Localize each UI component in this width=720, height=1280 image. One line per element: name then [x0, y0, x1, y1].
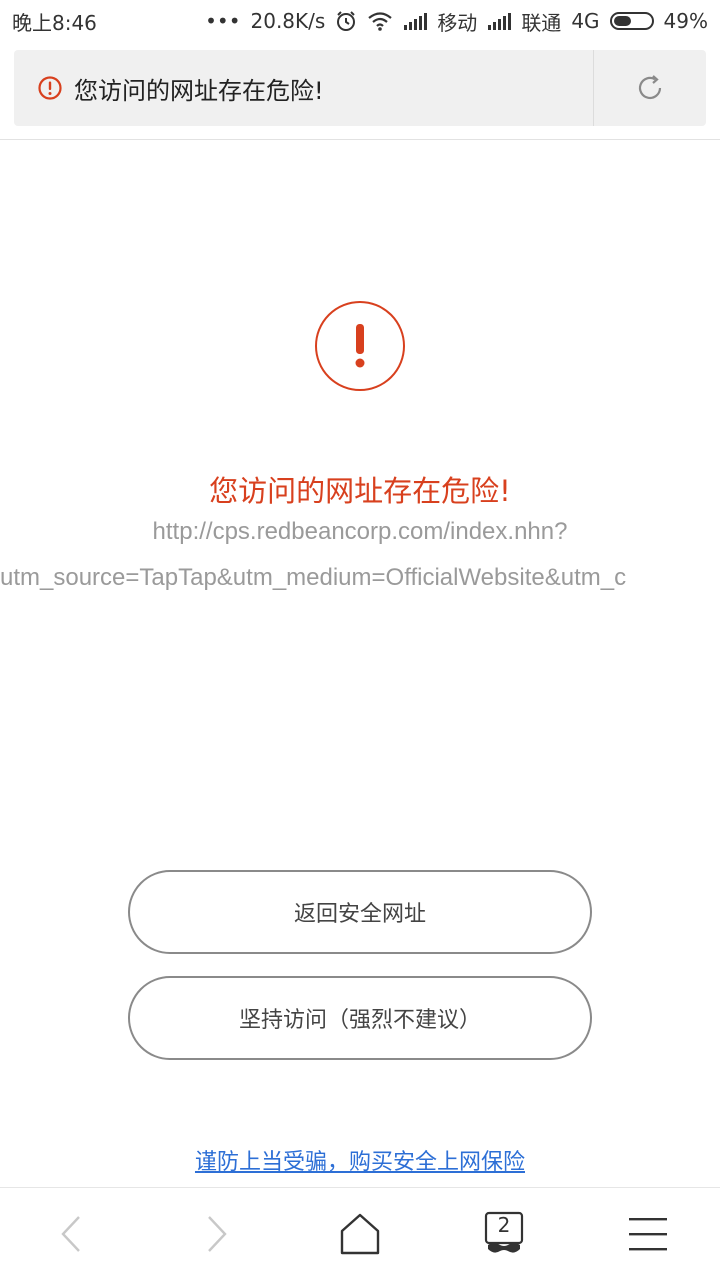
refresh-button[interactable]: [594, 50, 706, 126]
home-icon: [340, 1213, 380, 1255]
signal-icon-1: [403, 12, 428, 30]
carrier-2: 联通: [521, 10, 562, 35]
address-title[interactable]: 您访问的网址存在危险!: [74, 71, 593, 106]
tabs-icon: 2: [484, 1211, 524, 1257]
address-bar[interactable]: 您访问的网址存在危险!: [14, 50, 706, 126]
refresh-icon: [638, 75, 662, 100]
alarm-icon: [335, 10, 357, 32]
battery-icon: [609, 12, 654, 30]
status-bar: 晚上8:46 ••• 20.8K/s 移动 联通 4G 49%: [0, 0, 720, 42]
bottom-nav: 2: [0, 1188, 720, 1280]
insurance-link[interactable]: 谨防上当受骗，购买安全上网保险: [0, 1144, 720, 1176]
notification-dots: •••: [205, 9, 241, 33]
top-divider: [0, 139, 720, 140]
status-time: 晚上8:46: [12, 10, 97, 35]
danger-url-line-2: utm_source=TapTap&utm_medium=OfficialWeb…: [0, 564, 627, 591]
warning-icon: [38, 76, 62, 100]
tab-count: 2: [497, 1213, 511, 1237]
back-icon: [61, 1216, 80, 1252]
status-right-group: ••• 20.8K/s 移动 联通 4G 49%: [205, 7, 708, 36]
nav-forward-button[interactable]: [144, 1188, 288, 1280]
carrier-1: 移动: [437, 10, 478, 35]
back-to-safe-button[interactable]: 返回安全网址: [128, 870, 592, 954]
network-type: 4G: [571, 9, 600, 33]
danger-title: 您访问的网址存在危险!: [209, 474, 511, 508]
net-speed: 20.8K/s: [250, 9, 326, 33]
continue-visit-button[interactable]: 坚持访问（强烈不建议）: [128, 976, 592, 1060]
nav-tabs-button[interactable]: 2: [432, 1188, 576, 1280]
battery-percent: 49%: [663, 9, 708, 33]
forward-icon: [208, 1216, 227, 1252]
wifi-icon: [367, 11, 393, 31]
nav-menu-button[interactable]: [576, 1188, 720, 1280]
danger-url-line-1: http://cps.redbeancorp.com/index.nhn?: [152, 518, 568, 545]
large-warning-icon: [314, 300, 406, 392]
nav-back-button[interactable]: [0, 1188, 144, 1280]
nav-home-button[interactable]: [288, 1188, 432, 1280]
signal-icon-2: [487, 12, 512, 30]
menu-icon: [629, 1218, 667, 1251]
